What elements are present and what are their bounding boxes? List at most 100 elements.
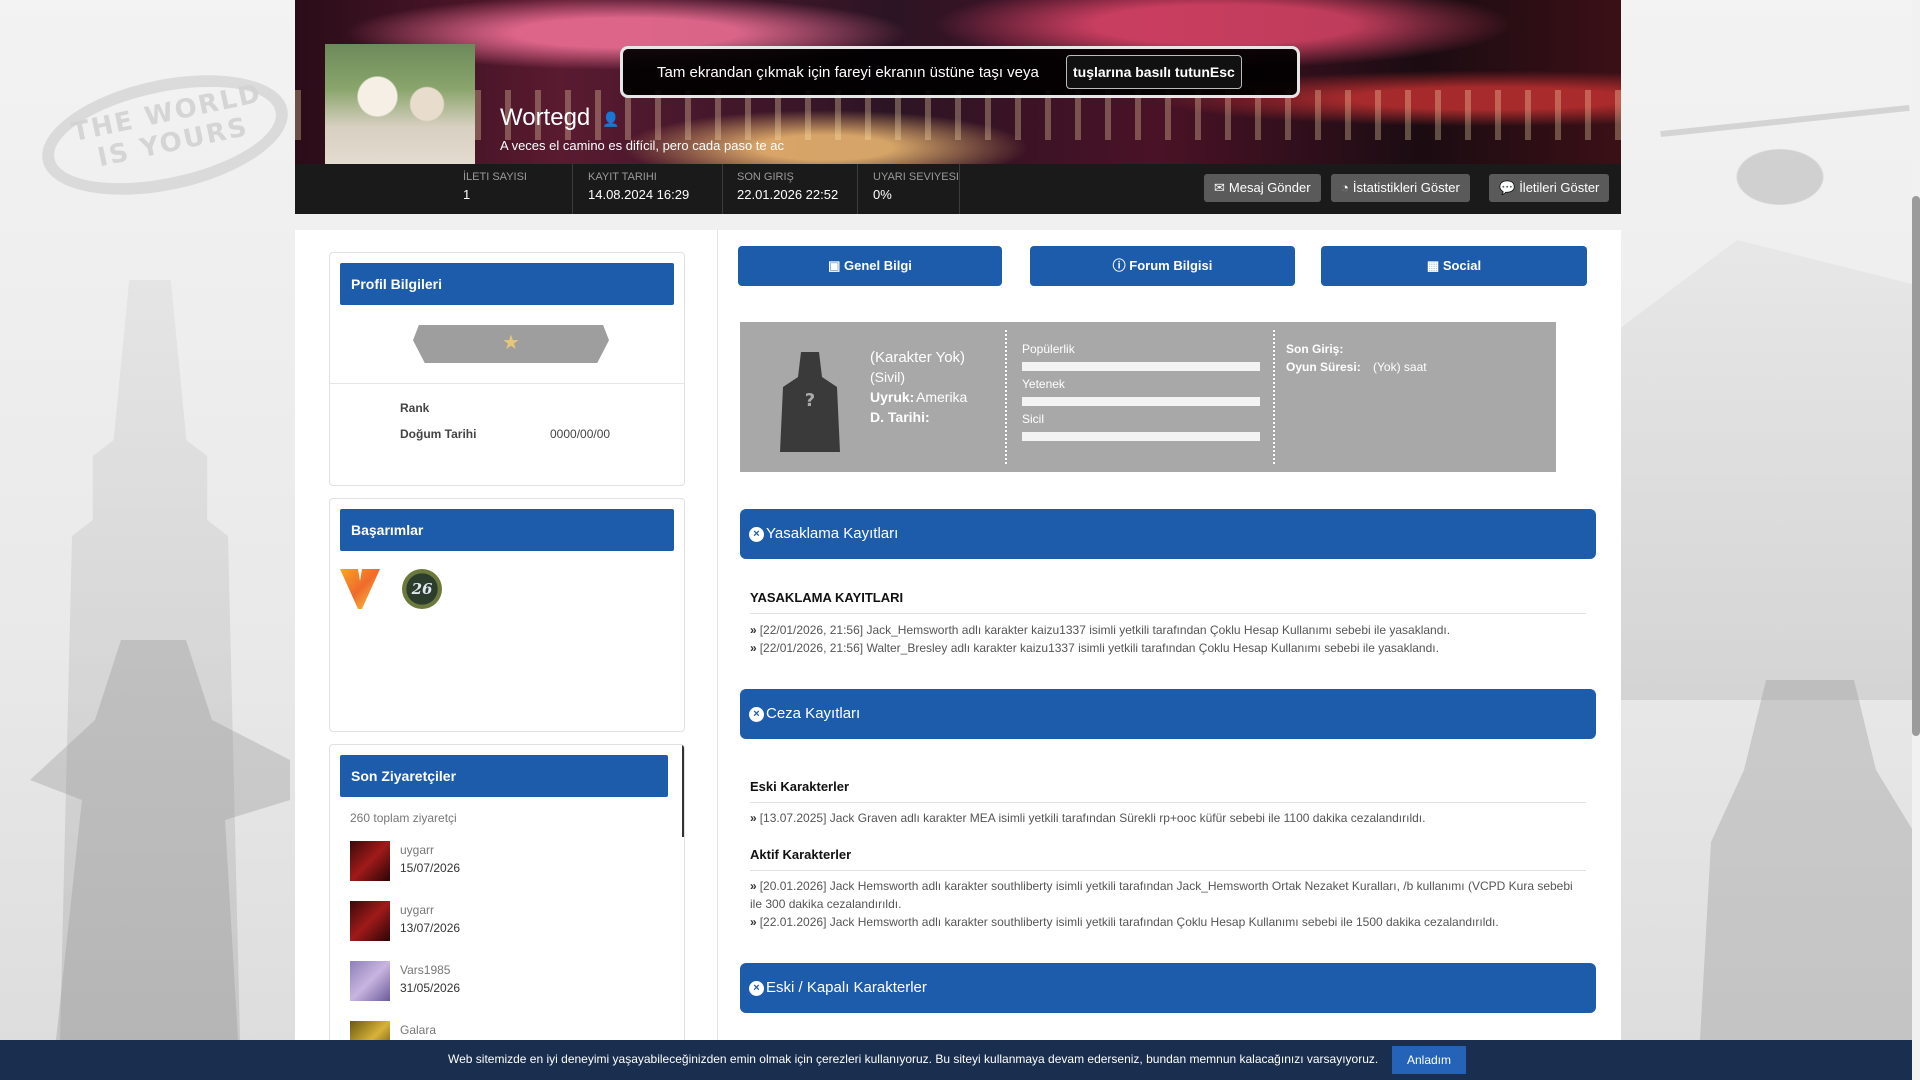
fullscreen-tip-text: Tam ekrandan çıkmak için fareyi ekranın … bbox=[657, 64, 1039, 81]
visitor-name[interactable]: Vars1985 bbox=[400, 963, 450, 977]
v-achievement-icon[interactable] bbox=[340, 569, 380, 609]
penalty-entry: » [13.07.2025] Jack Graven adlı karakter … bbox=[750, 809, 1586, 827]
profile-content: Profil Bilgileri ★ Rank Doğum Tarihi 000… bbox=[295, 230, 1621, 1044]
page-scrollbar[interactable] bbox=[1912, 0, 1920, 1080]
double-chevron-icon: » bbox=[750, 641, 757, 655]
stat-label: UYARI SEVIYESI bbox=[873, 171, 959, 183]
tab-general-info[interactable]: ▣ Genel Bilgi bbox=[738, 246, 1002, 286]
stat-register-date: KAYIT TARIHI 14.08.2024 16:29 bbox=[573, 164, 723, 214]
stat-warning-level: UYARI SEVIYESI 0% bbox=[858, 164, 960, 214]
profile-info-card: Profil Bilgileri ★ Rank Doğum Tarihi 000… bbox=[329, 252, 685, 486]
visitor-item[interactable]: uygarr 15/07/2026 bbox=[350, 841, 650, 883]
card-player-decoration bbox=[1700, 680, 1920, 1040]
gunman-decoration bbox=[30, 640, 290, 1040]
ban-entry: » [22/01/2026, 21:56] Jack_Hemsworth adlı… bbox=[750, 621, 1586, 639]
helicopter-rotor-decoration bbox=[1660, 104, 1910, 138]
user-icon: 👤 bbox=[602, 112, 620, 128]
show-posts-label: İletileri Göster bbox=[1519, 180, 1600, 195]
profile-username: Wortegd bbox=[500, 104, 591, 131]
rank-badge: ★ bbox=[413, 325, 609, 363]
stat-post-count: İLETI SAYISI 1 bbox=[295, 164, 573, 214]
penalty-records-header[interactable]: × Ceza Kayıtları bbox=[740, 689, 1596, 739]
send-message-label: Mesaj Gönder bbox=[1228, 180, 1311, 195]
ban-records-title: Yasaklama Kayıtları bbox=[766, 525, 899, 542]
tower-decoration bbox=[59, 280, 241, 1080]
penalty-entry-text: [22.01.2026] Jack Hemsworth adlı karakte… bbox=[759, 915, 1499, 929]
playtime-value: (Yok) saat bbox=[1373, 360, 1427, 374]
cookie-accept-button[interactable]: Anladım bbox=[1392, 1046, 1466, 1074]
pie-chart-icon: ◔ bbox=[1341, 180, 1349, 195]
character-divider bbox=[1273, 330, 1275, 464]
table-icon: ▣ bbox=[828, 258, 841, 273]
show-stats-label: İstatistikleri Göster bbox=[1352, 180, 1460, 195]
visitors-scrollbar[interactable] bbox=[682, 745, 684, 837]
cookie-consent-text: Web sitemizde en iyi deneyimi yaşayabile… bbox=[448, 1052, 1379, 1066]
blimp-decoration bbox=[31, 55, 299, 215]
anniversary-achievement-icon[interactable]: 26 bbox=[402, 569, 442, 609]
tab-social-label: Social bbox=[1442, 258, 1482, 273]
visitor-date: 31/05/2026 bbox=[400, 981, 461, 995]
meter-label: Popülerlik bbox=[1022, 342, 1075, 356]
double-chevron-icon: » bbox=[750, 623, 757, 637]
page-scrollbar-thumb[interactable] bbox=[1912, 196, 1920, 736]
visitor-name[interactable]: Galara bbox=[400, 1023, 436, 1037]
stat-last-login: SON GIRIŞ 22.01.2026 22:52 bbox=[723, 164, 858, 214]
penalty-entry: » [22.01.2026] Jack Hemsworth adlı karakt… bbox=[750, 913, 1586, 931]
visitor-avatar[interactable] bbox=[350, 961, 390, 1001]
old-closed-characters-header[interactable]: × Eski / Kapalı Karakterler bbox=[740, 963, 1596, 1013]
divider bbox=[750, 870, 1586, 871]
penalty-entry-text: [13.07.2025] Jack Graven adlı karakter M… bbox=[759, 811, 1426, 825]
character-name: (Karakter Yok) bbox=[870, 349, 966, 366]
character-card: ? (Karakter Yok) (Sivil) Uyruk: Amerika … bbox=[740, 322, 1556, 472]
ban-entry: » [22/01/2026, 21:56] Walter_Bresley adlı… bbox=[750, 639, 1586, 657]
profile-motto: A veces el camino es difícil, pero cada … bbox=[500, 138, 784, 153]
recent-visitors-title: Son Ziyaretçiler bbox=[340, 755, 668, 797]
ban-records-subtitle: YASAKLAMA KAYITLARI bbox=[750, 590, 904, 605]
visitor-name[interactable]: uygarr bbox=[400, 843, 434, 857]
nationality-label: Uyruk: bbox=[870, 389, 915, 405]
send-message-button[interactable]: ✉ Mesaj Gönder bbox=[1204, 174, 1321, 202]
social-icon: ▦ bbox=[1426, 258, 1440, 273]
show-stats-button[interactable]: ◔ İstatistikleri Göster bbox=[1331, 174, 1470, 202]
visitor-total: 260 toplam ziyaretçi bbox=[350, 811, 457, 825]
envelope-icon: ✉ bbox=[1214, 180, 1225, 195]
ship-decoration bbox=[1615, 240, 1920, 700]
visitor-name[interactable]: uygarr bbox=[400, 903, 434, 917]
visitor-avatar[interactable] bbox=[350, 841, 390, 881]
ban-records-header[interactable]: × Yasaklama Kayıtları bbox=[740, 509, 1596, 559]
recent-visitors-card: Son Ziyaretçiler 260 toplam ziyaretçi uy… bbox=[329, 744, 685, 1044]
character-divider bbox=[1005, 330, 1007, 464]
profile-header: Wortegd 👤 A veces el camino es difícil, … bbox=[295, 0, 1621, 214]
visitor-item[interactable]: Vars1985 31/05/2026 bbox=[350, 961, 650, 1003]
visitor-item[interactable]: uygarr 13/07/2026 bbox=[350, 901, 650, 943]
nationality-value: Amerika bbox=[916, 389, 968, 405]
penalty-entry-text: [20.01.2026] Jack Hemsworth adlı karakte… bbox=[750, 879, 1573, 911]
fullscreen-tip-key: tuşlarına basılı tutunEsc bbox=[1066, 55, 1242, 89]
achievements-title: Başarımlar bbox=[340, 509, 674, 551]
tab-general-info-label: Genel Bilgi bbox=[844, 258, 912, 273]
stat-value: 0% bbox=[873, 187, 892, 202]
stat-label: İLETI SAYISI bbox=[463, 171, 527, 183]
tab-forum-info[interactable]: ⓘ Forum Bilgisi bbox=[1030, 246, 1295, 286]
tab-forum-info-label: Forum Bilgisi bbox=[1129, 258, 1213, 273]
card-divider bbox=[330, 383, 684, 384]
close-circle-icon: × bbox=[749, 707, 764, 722]
helicopter-decoration bbox=[1660, 100, 1900, 240]
last-login-label: Son Giriş: bbox=[1286, 342, 1344, 356]
character-role: (Sivil) bbox=[870, 369, 905, 385]
double-chevron-icon: » bbox=[750, 811, 757, 825]
profile-stat-bar: İLETI SAYISI 1 KAYIT TARIHI 14.08.2024 1… bbox=[295, 164, 1621, 214]
visitor-avatar[interactable] bbox=[350, 901, 390, 941]
divider bbox=[750, 613, 1586, 614]
playtime-label: Oyun Süresi: bbox=[1286, 360, 1361, 374]
penalty-records-title: Ceza Kayıtları bbox=[766, 705, 861, 722]
double-chevron-icon: » bbox=[750, 915, 757, 929]
tab-social[interactable]: ▦ Social bbox=[1321, 246, 1587, 286]
old-closed-characters-title: Eski / Kapalı Karakterler bbox=[766, 979, 927, 996]
old-characters-subtitle: Eski Karakterler bbox=[750, 779, 850, 794]
rank-label: Rank bbox=[400, 401, 430, 415]
stat-label: KAYIT TARIHI bbox=[588, 171, 657, 183]
meter-label: Sicil bbox=[1022, 412, 1045, 426]
show-posts-button[interactable]: 💬 İletileri Göster bbox=[1489, 174, 1610, 202]
double-chevron-icon: » bbox=[750, 879, 757, 893]
